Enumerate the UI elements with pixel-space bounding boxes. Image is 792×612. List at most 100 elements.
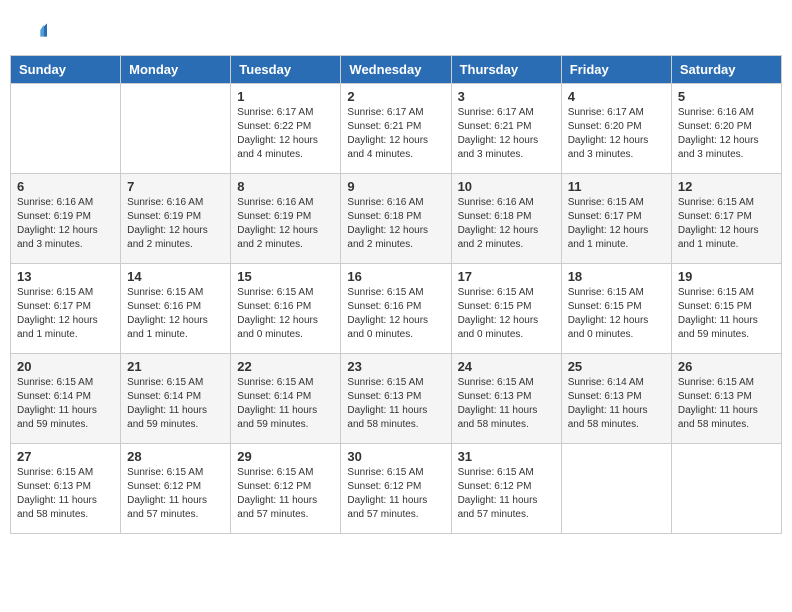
day-info: Sunrise: 6:15 AM Sunset: 6:15 PM Dayligh… <box>458 286 555 342</box>
day-number: 3 <box>458 89 555 104</box>
day-number: 27 <box>17 449 114 464</box>
calendar-cell: 23Sunrise: 6:15 AM Sunset: 6:13 PM Dayli… <box>341 354 451 444</box>
day-info: Sunrise: 6:15 AM Sunset: 6:16 PM Dayligh… <box>237 286 334 342</box>
calendar-cell: 25 Sunrise: 6:14 AM Sunset: 6:13 PM Dayli… <box>561 354 671 444</box>
logo-icon <box>27 20 47 40</box>
day-info: Sunrise: 6:16 AM Sunset: 6:19 PM Dayligh… <box>127 196 224 252</box>
calendar-cell <box>11 84 121 174</box>
calendar-cell: 1Sunrise: 6:17 AM Sunset: 6:22 PM Daylig… <box>231 84 341 174</box>
header-saturday: Saturday <box>671 56 781 84</box>
day-number: 25 <box>568 359 665 374</box>
day-info: Sunrise: 6:15 AM Sunset: 6:16 PM Dayligh… <box>127 286 224 342</box>
day-number: 11 <box>568 179 665 194</box>
calendar-cell: 24 Sunrise: 6:15 AM Sunset: 6:13 PM Dayli… <box>451 354 561 444</box>
day-number: 7 <box>127 179 224 194</box>
day-number: 12 <box>678 179 775 194</box>
calendar-cell: 19 Sunrise: 6:15 AM Sunset: 6:15 PM Dayli… <box>671 264 781 354</box>
calendar-cell: 31 Sunrise: 6:15 AM Sunset: 6:12 PM Dayli… <box>451 444 561 534</box>
day-info: Sunrise: 6:15 AM Sunset: 6:12 PM Dayligh… <box>237 466 334 522</box>
day-number: 30 <box>347 449 444 464</box>
week-row-1: 1Sunrise: 6:17 AM Sunset: 6:22 PM Daylig… <box>11 84 782 174</box>
calendar-cell: 4Sunrise: 6:17 AM Sunset: 6:20 PM Daylig… <box>561 84 671 174</box>
header-sunday: Sunday <box>11 56 121 84</box>
calendar-cell: 11 Sunrise: 6:15 AM Sunset: 6:17 PM Dayli… <box>561 174 671 264</box>
day-info: Sunrise: 6:15 AM Sunset: 6:17 PM Dayligh… <box>568 196 665 252</box>
day-number: 13 <box>17 269 114 284</box>
calendar-table: Sunday Monday Tuesday Wednesday Thursday… <box>10 55 782 534</box>
calendar-cell: 7 Sunrise: 6:16 AM Sunset: 6:19 PM Daylig… <box>121 174 231 264</box>
day-info: Sunrise: 6:15 AM Sunset: 6:14 PM Dayligh… <box>127 376 224 432</box>
day-number: 18 <box>568 269 665 284</box>
calendar-cell: 2 Sunrise: 6:17 AM Sunset: 6:21 PM Daylig… <box>341 84 451 174</box>
calendar-cell: 30Sunrise: 6:15 AM Sunset: 6:12 PM Dayli… <box>341 444 451 534</box>
calendar-cell: 14 Sunrise: 6:15 AM Sunset: 6:16 PM Dayli… <box>121 264 231 354</box>
day-info: Sunrise: 6:16 AM Sunset: 6:18 PM Dayligh… <box>458 196 555 252</box>
calendar-cell: 27 Sunrise: 6:15 AM Sunset: 6:13 PM Dayli… <box>11 444 121 534</box>
day-number: 26 <box>678 359 775 374</box>
day-info: Sunrise: 6:15 AM Sunset: 6:15 PM Dayligh… <box>678 286 775 342</box>
day-number: 22 <box>237 359 334 374</box>
day-number: 14 <box>127 269 224 284</box>
day-number: 10 <box>458 179 555 194</box>
calendar-cell <box>121 84 231 174</box>
day-number: 20 <box>17 359 114 374</box>
day-info: Sunrise: 6:15 AM Sunset: 6:12 PM Dayligh… <box>458 466 555 522</box>
calendar-cell: 15 Sunrise: 6:15 AM Sunset: 6:16 PM Dayli… <box>231 264 341 354</box>
day-number: 16 <box>347 269 444 284</box>
calendar-cell: 8 Sunrise: 6:16 AM Sunset: 6:19 PM Daylig… <box>231 174 341 264</box>
day-number: 9 <box>347 179 444 194</box>
calendar-cell: 20 Sunrise: 6:15 AM Sunset: 6:14 PM Dayli… <box>11 354 121 444</box>
day-info: Sunrise: 6:15 AM Sunset: 6:17 PM Dayligh… <box>678 196 775 252</box>
calendar-cell: 26 Sunrise: 6:15 AM Sunset: 6:13 PM Dayli… <box>671 354 781 444</box>
day-info: Sunrise: 6:14 AM Sunset: 6:13 PM Dayligh… <box>568 376 665 432</box>
day-info: Sunrise: 6:16 AM Sunset: 6:19 PM Dayligh… <box>237 196 334 252</box>
day-info: Sunrise: 6:15 AM Sunset: 6:13 PM Dayligh… <box>347 376 444 432</box>
day-info: Sunrise: 6:15 AM Sunset: 6:17 PM Dayligh… <box>17 286 114 342</box>
day-number: 8 <box>237 179 334 194</box>
day-info: Sunrise: 6:16 AM Sunset: 6:18 PM Dayligh… <box>347 196 444 252</box>
calendar-cell: 3 Sunrise: 6:17 AM Sunset: 6:21 PM Daylig… <box>451 84 561 174</box>
day-info: Sunrise: 6:15 AM Sunset: 6:12 PM Dayligh… <box>127 466 224 522</box>
calendar-cell: 9 Sunrise: 6:16 AM Sunset: 6:18 PM Daylig… <box>341 174 451 264</box>
day-info: Sunrise: 6:15 AM Sunset: 6:15 PM Dayligh… <box>568 286 665 342</box>
day-info: Sunrise: 6:15 AM Sunset: 6:13 PM Dayligh… <box>458 376 555 432</box>
day-number: 29 <box>237 449 334 464</box>
day-number: 31 <box>458 449 555 464</box>
calendar-cell: 13 Sunrise: 6:15 AM Sunset: 6:17 PM Dayli… <box>11 264 121 354</box>
header-friday: Friday <box>561 56 671 84</box>
calendar-cell: 6Sunrise: 6:16 AM Sunset: 6:19 PM Daylig… <box>11 174 121 264</box>
day-info: Sunrise: 6:15 AM Sunset: 6:14 PM Dayligh… <box>237 376 334 432</box>
day-info: Sunrise: 6:16 AM Sunset: 6:19 PM Dayligh… <box>17 196 114 252</box>
week-row-2: 6Sunrise: 6:16 AM Sunset: 6:19 PM Daylig… <box>11 174 782 264</box>
day-number: 24 <box>458 359 555 374</box>
week-row-3: 13 Sunrise: 6:15 AM Sunset: 6:17 PM Dayli… <box>11 264 782 354</box>
day-info: Sunrise: 6:17 AM Sunset: 6:21 PM Dayligh… <box>458 106 555 162</box>
day-info: Sunrise: 6:15 AM Sunset: 6:13 PM Dayligh… <box>678 376 775 432</box>
calendar-cell: 28 Sunrise: 6:15 AM Sunset: 6:12 PM Dayli… <box>121 444 231 534</box>
day-number: 28 <box>127 449 224 464</box>
calendar-cell: 22 Sunrise: 6:15 AM Sunset: 6:14 PM Dayli… <box>231 354 341 444</box>
day-number: 15 <box>237 269 334 284</box>
day-info: Sunrise: 6:16 AM Sunset: 6:20 PM Dayligh… <box>678 106 775 162</box>
week-row-5: 27 Sunrise: 6:15 AM Sunset: 6:13 PM Dayli… <box>11 444 782 534</box>
day-info: Sunrise: 6:15 AM Sunset: 6:16 PM Dayligh… <box>347 286 444 342</box>
day-number: 19 <box>678 269 775 284</box>
day-info: Sunrise: 6:15 AM Sunset: 6:13 PM Dayligh… <box>17 466 114 522</box>
day-number: 5 <box>678 89 775 104</box>
calendar-cell: 10 Sunrise: 6:16 AM Sunset: 6:18 PM Dayli… <box>451 174 561 264</box>
day-number: 17 <box>458 269 555 284</box>
calendar-cell <box>561 444 671 534</box>
day-info: Sunrise: 6:17 AM Sunset: 6:21 PM Dayligh… <box>347 106 444 162</box>
header-thursday: Thursday <box>451 56 561 84</box>
day-number: 2 <box>347 89 444 104</box>
week-row-4: 20 Sunrise: 6:15 AM Sunset: 6:14 PM Dayli… <box>11 354 782 444</box>
weekday-header-row: Sunday Monday Tuesday Wednesday Thursday… <box>11 56 782 84</box>
calendar-cell: 29 Sunrise: 6:15 AM Sunset: 6:12 PM Dayli… <box>231 444 341 534</box>
logo <box>25 20 49 45</box>
calendar-cell <box>671 444 781 534</box>
day-info: Sunrise: 6:15 AM Sunset: 6:14 PM Dayligh… <box>17 376 114 432</box>
calendar-cell: 5 Sunrise: 6:16 AM Sunset: 6:20 PM Daylig… <box>671 84 781 174</box>
calendar-cell: 21Sunrise: 6:15 AM Sunset: 6:14 PM Dayli… <box>121 354 231 444</box>
day-info: Sunrise: 6:17 AM Sunset: 6:22 PM Dayligh… <box>237 106 334 162</box>
calendar-cell: 16 Sunrise: 6:15 AM Sunset: 6:16 PM Dayli… <box>341 264 451 354</box>
